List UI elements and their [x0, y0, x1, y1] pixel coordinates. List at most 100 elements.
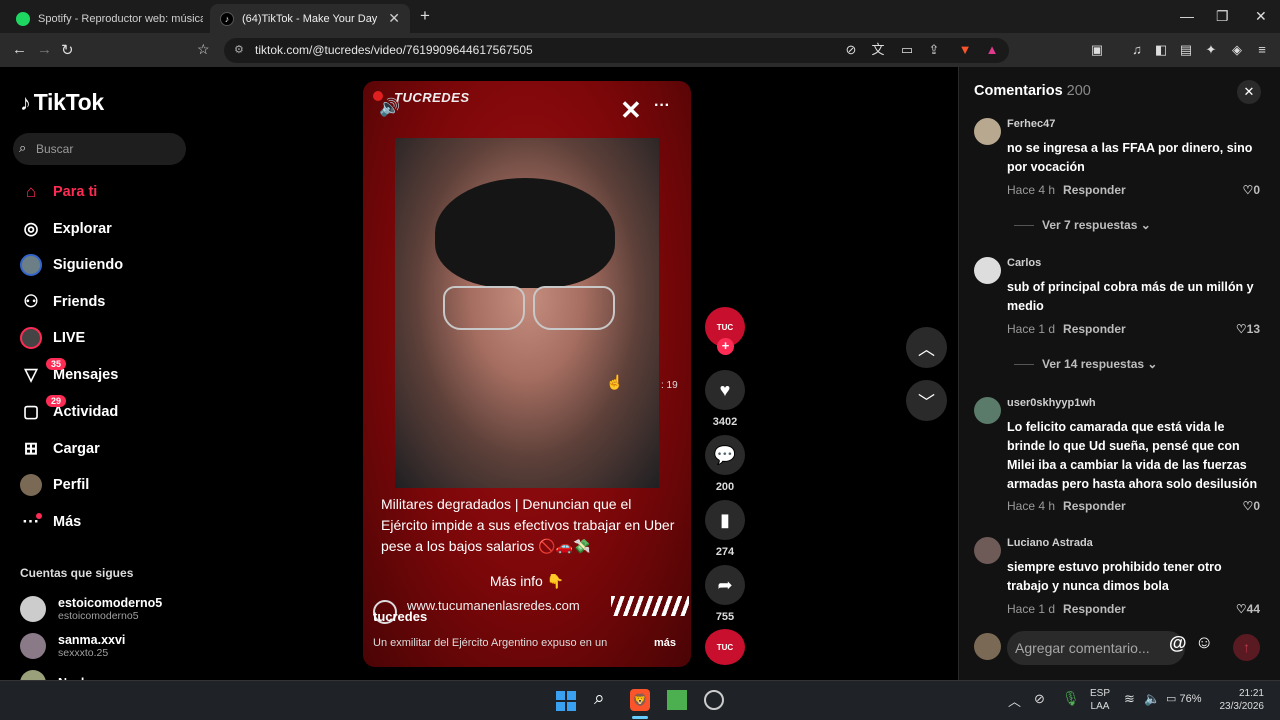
back-arrow-icon[interactable]: ← [12, 41, 27, 58]
save-button[interactable]: ▮ 274 [705, 500, 745, 558]
tray-expand-icon[interactable]: ︿ [1008, 691, 1021, 710]
follow-plus-icon[interactable]: + [717, 338, 734, 355]
avatar[interactable] [974, 397, 1001, 424]
share-button[interactable]: ➦ 755 [705, 565, 745, 623]
taskbar-search-icon[interactable]: ⌕ [594, 688, 605, 710]
comment-like-button[interactable]: ♡44 [1236, 602, 1260, 616]
vpn-shield-icon[interactable]: ◈ [1229, 42, 1245, 58]
previous-video-button[interactable]: ︿ [906, 327, 947, 368]
battery-percent: 76% [1179, 693, 1202, 705]
view-replies-button[interactable]: Ver 14 respuestas ⌄ [1014, 357, 1157, 371]
reply-button[interactable]: Responder [1063, 499, 1126, 513]
comment-input[interactable]: Agregar comentario... [1007, 631, 1185, 665]
reply-button[interactable]: Responder [1063, 183, 1126, 197]
video-author[interactable]: tucredes [373, 609, 427, 624]
comment-like-button[interactable]: ♡13 [1236, 322, 1260, 336]
comment-user[interactable]: Ferhec47 [1007, 118, 1055, 130]
split-view-icon[interactable]: ◧ [1153, 42, 1169, 58]
no-camera-icon[interactable]: ⊘ [843, 42, 859, 58]
wifi-icon[interactable]: ≋ [1124, 691, 1135, 707]
video-player[interactable]: TUCREDES 🔊 ✕ ··· : 19 ☝ Militares degrad… [363, 81, 691, 667]
comment-button[interactable]: 💬 200 [705, 435, 745, 493]
wallet-icon[interactable]: ▤ [1178, 42, 1194, 58]
maximize-button[interactable]: ❐ [1216, 8, 1229, 25]
glasses-left [443, 286, 525, 330]
minimize-button[interactable]: — [1180, 8, 1194, 24]
avatar[interactable] [974, 537, 1001, 564]
brave-shield-icon[interactable]: ▼ [957, 42, 973, 58]
windows-taskbar: ⌕ 🦁 ︿ ⊘ 🎙 ESP LAA ≋ 🔈 ▭ 76% 21:21 23/3/202… [0, 680, 1280, 720]
leo-ai-icon[interactable]: ✦ [1203, 42, 1219, 58]
avatar [974, 633, 1001, 660]
start-windows-icon[interactable] [556, 691, 576, 711]
translate-icon[interactable]: 文 [870, 42, 886, 58]
reload-icon[interactable]: ↻ [61, 41, 74, 59]
search-input[interactable]: ⌕ Buscar [13, 133, 186, 165]
sidebar-item-live[interactable]: LIVE [20, 325, 85, 351]
tab-tiktok[interactable]: ♪ (64)TikTok - Make Your Day ✕ [210, 4, 410, 33]
cast-icon[interactable]: ▭ [899, 42, 915, 58]
sidebar-item-actividad[interactable]: ▢ 29 Actividad [20, 395, 118, 425]
author-avatar-button[interactable]: TUC + [705, 307, 745, 355]
close-video-icon[interactable]: ✕ [620, 95, 642, 126]
sidebar-item-explorar[interactable]: ◎ Explorar [20, 216, 112, 242]
location-off-icon[interactable]: ⊘ [1034, 691, 1045, 707]
new-tab-button[interactable]: + [420, 6, 430, 26]
sidebar-item-label: LIVE [53, 330, 86, 346]
avatar[interactable] [974, 118, 1001, 145]
more-link[interactable]: más [654, 637, 676, 649]
next-video-button[interactable]: ﹀ [906, 380, 947, 421]
tiktok-icon: ♪ [220, 11, 234, 26]
music-icon[interactable]: ♫ [1129, 42, 1145, 58]
address-bar[interactable]: ⚙ tiktok.com/@tucredes/video/76199096446… [224, 38, 1009, 63]
volume-icon[interactable]: 🔊 [379, 98, 400, 118]
rewards-icon[interactable]: ▲ [984, 42, 1000, 58]
minecraft-taskbar-icon[interactable] [667, 690, 687, 710]
sidebar-item-para-ti[interactable]: ⌂ Para ti [20, 179, 97, 205]
menu-icon[interactable]: ≡ [1254, 42, 1270, 58]
volume-tray-icon[interactable]: 🔈 [1144, 691, 1160, 707]
sidebar-item-friends[interactable]: ⚇ Friends [20, 289, 105, 315]
more-options-icon[interactable]: ··· [654, 97, 670, 115]
emoji-icon[interactable]: ☺ [1195, 632, 1213, 653]
comment-like-button[interactable]: ♡0 [1243, 183, 1260, 197]
microphone-icon[interactable]: 🎙 [1062, 690, 1080, 707]
close-comments-icon[interactable]: ✕ [1237, 80, 1261, 104]
sidebar-item-siguiendo[interactable]: Siguiendo [20, 252, 123, 278]
sidebar-item-cargar[interactable]: ⊞ Cargar [20, 436, 100, 462]
clock[interactable]: 21:21 23/3/2026 [1212, 687, 1265, 713]
tiktok-logo[interactable]: ♪ TikTok [20, 89, 104, 116]
tab-spotify[interactable]: Spotify - Reproductor web: música p [6, 4, 206, 33]
view-replies-button[interactable]: Ver 7 respuestas ⌄ [1014, 218, 1151, 232]
avatar[interactable] [974, 257, 1001, 284]
sidebar-item-perfil[interactable]: Perfil [20, 472, 89, 498]
comment-user[interactable]: Luciano Astrada [1007, 537, 1093, 549]
app-taskbar-icon[interactable] [704, 690, 724, 710]
sidebar-item-mensajes[interactable]: ▽ 35 Mensajes [20, 358, 119, 388]
send-comment-button[interactable]: ↑ [1233, 634, 1260, 661]
reply-button[interactable]: Responder [1063, 602, 1126, 616]
following-account[interactable]: estoicomoderno5 estoicomoderno5 [20, 596, 162, 622]
reply-button[interactable]: Responder [1063, 322, 1126, 336]
site-info-icon[interactable]: ⚙ [234, 43, 244, 56]
share-count: 755 [715, 611, 735, 623]
comment-user[interactable]: user0skhyyp1wh [1007, 397, 1096, 409]
sidebar-item-mas[interactable]: ··· Más [20, 509, 82, 535]
language-indicator[interactable]: ESP LAA [1090, 687, 1110, 713]
comment-like-button[interactable]: ♡0 [1243, 499, 1260, 513]
sidebar-toggle-icon[interactable]: ▣ [1089, 42, 1105, 58]
sidebar-item-label: Mensajes [53, 367, 119, 383]
close-window-button[interactable]: ✕ [1255, 8, 1267, 25]
more-icon: ··· [20, 511, 42, 533]
battery-indicator[interactable]: ▭ 76% [1166, 692, 1202, 705]
close-tab-icon[interactable]: ✕ [388, 10, 400, 27]
following-account[interactable]: sanma.xxvi sexxxto.25 [20, 633, 125, 659]
forward-arrow-icon[interactable]: → [37, 41, 52, 58]
bookmark-icon[interactable]: ☆ [197, 41, 210, 58]
like-button[interactable]: ♥ 3402 [705, 370, 745, 428]
share-icon[interactable]: ⇪ [926, 42, 942, 58]
mention-icon[interactable]: @ [1169, 633, 1187, 654]
comment-user[interactable]: Carlos [1007, 257, 1041, 269]
sound-avatar-button[interactable]: TUC [705, 629, 745, 665]
brave-taskbar-icon[interactable]: 🦁 [630, 689, 650, 711]
